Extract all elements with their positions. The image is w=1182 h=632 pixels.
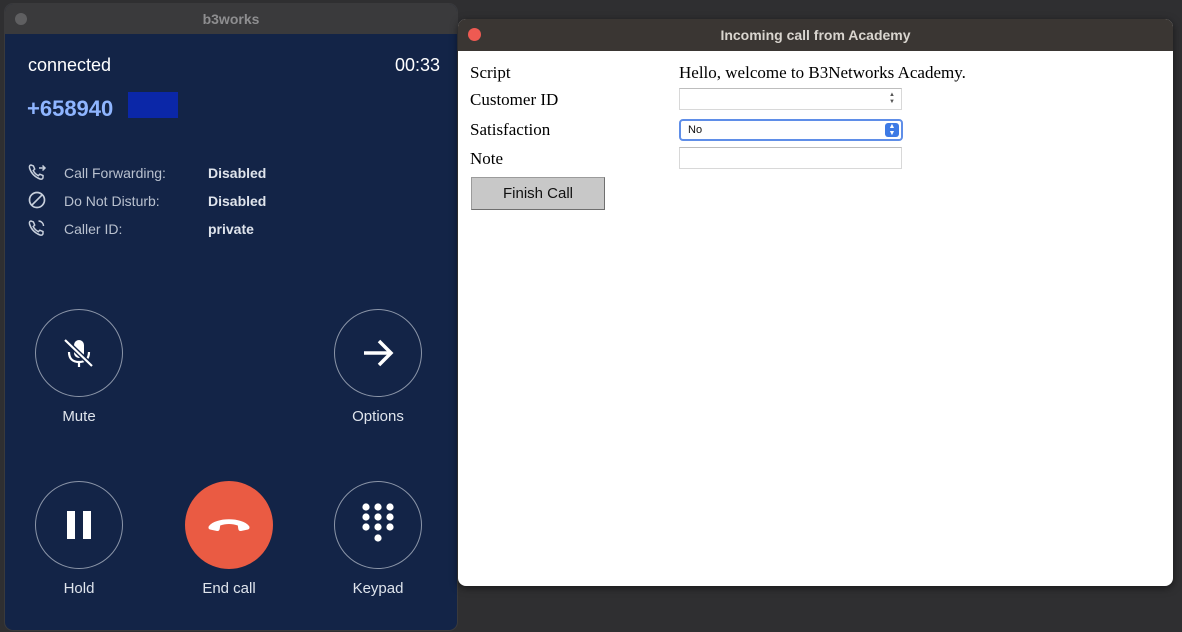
- caller-id-icon: [28, 220, 45, 236]
- options-button[interactable]: [334, 309, 422, 397]
- info-value: Disabled: [208, 165, 267, 181]
- script-label: Script: [470, 63, 511, 82]
- hang-up-icon: [208, 519, 250, 532]
- hold-label: Hold: [63, 580, 95, 597]
- select-chevron-icon: ▲ ▼: [885, 123, 899, 137]
- options-label: Options: [352, 408, 404, 425]
- info-value: private: [208, 221, 254, 237]
- phone-number: +658940: [27, 96, 114, 121]
- close-icon[interactable]: [468, 28, 481, 41]
- keypad-label: Keypad: [352, 580, 404, 597]
- keypad-button[interactable]: [334, 481, 422, 569]
- script-text: Hello, welcome to B3Networks Academy.: [679, 63, 966, 82]
- note-input[interactable]: [679, 147, 902, 169]
- satisfaction-label: Satisfaction: [470, 120, 551, 139]
- keypad-icon: [362, 503, 394, 542]
- info-value: Disabled: [208, 193, 267, 209]
- finish-call-button[interactable]: Finish Call: [471, 177, 605, 210]
- phone-window: b3works connected 00:33 +658940 Call For…: [5, 4, 457, 630]
- call-forward-icon: [28, 164, 47, 180]
- do-not-disturb-icon: [28, 191, 46, 209]
- incoming-call-window: Incoming call from Academy Script Hello,…: [458, 19, 1173, 586]
- phone-title: b3works: [202, 11, 260, 27]
- hold-button[interactable]: [35, 481, 123, 569]
- info-label: Call Forwarding:: [64, 165, 166, 181]
- end-call-label: End call: [202, 580, 256, 597]
- satisfaction-value: No: [688, 124, 703, 136]
- info-label: Caller ID:: [64, 221, 123, 237]
- call-status: connected: [28, 55, 112, 75]
- phone-titlebar: b3works: [5, 4, 457, 34]
- customer-id-label: Customer ID: [470, 90, 559, 109]
- end-call-button[interactable]: [185, 481, 273, 569]
- satisfaction-select[interactable]: No ▲ ▼: [679, 119, 903, 141]
- mute-button[interactable]: [35, 309, 123, 397]
- info-label: Do Not Disturb:: [64, 193, 160, 209]
- dialog-title: Incoming call from Academy: [720, 27, 911, 43]
- arrow-right-icon: [364, 339, 394, 367]
- window-control-dot[interactable]: [15, 13, 27, 25]
- mute-label: Mute: [62, 408, 96, 425]
- redaction-box: [128, 92, 178, 118]
- call-timer: 00:33: [394, 55, 440, 75]
- customer-id-input[interactable]: ▲ ▼: [679, 88, 902, 110]
- number-stepper-icon[interactable]: ▲ ▼: [889, 92, 896, 106]
- microphone-off-icon: [63, 338, 94, 368]
- pause-icon: [67, 511, 91, 539]
- note-label: Note: [470, 149, 504, 168]
- dialog-titlebar: Incoming call from Academy: [458, 19, 1173, 51]
